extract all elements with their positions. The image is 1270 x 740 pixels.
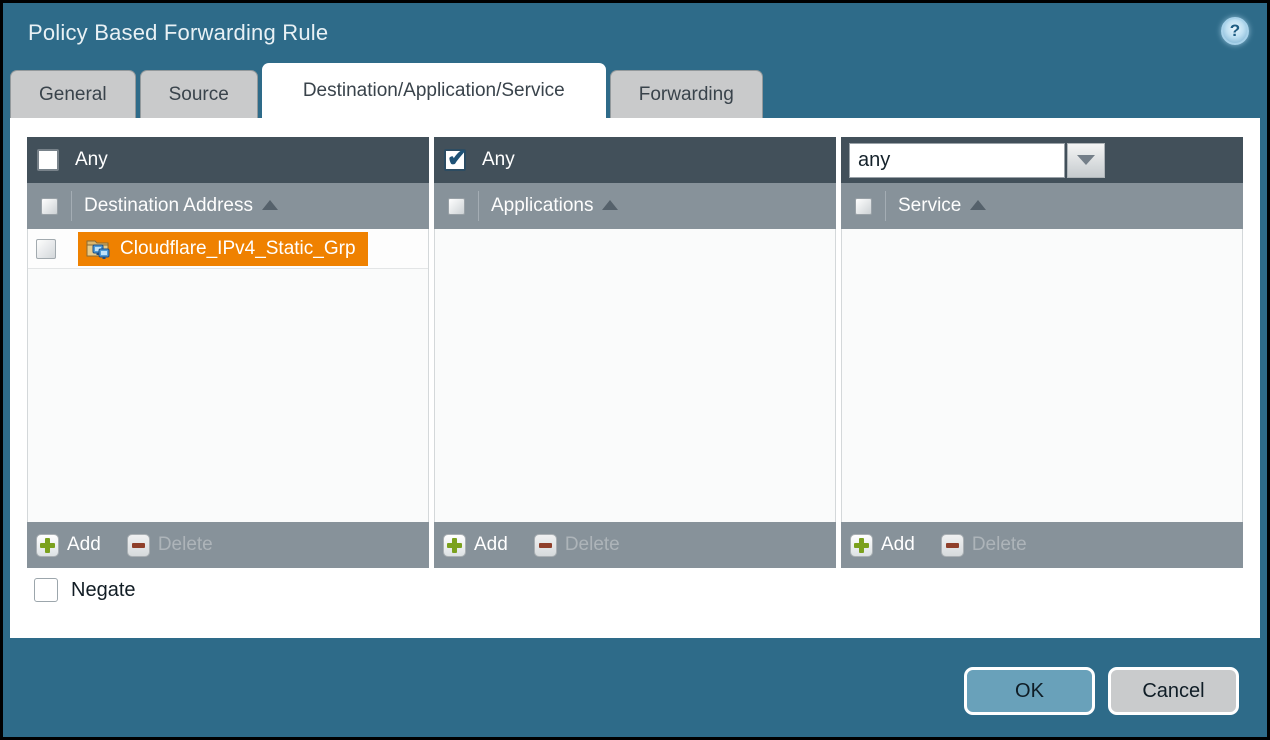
service-footer: Add Delete [841,522,1243,568]
service-dropdown: any [849,143,1105,178]
add-plus-icon [850,534,873,557]
destination-any-row: Any [27,137,429,183]
applications-delete-button[interactable]: Delete [534,534,620,557]
destination-address-entry-label: Cloudflare_IPv4_Static_Grp [120,238,356,260]
negate-row: Negate [34,578,136,602]
negate-label: Negate [71,579,136,602]
service-select-all-checkbox[interactable] [855,198,872,215]
tab-bar: General Source Destination/Application/S… [10,3,1260,118]
service-column-header[interactable]: Service [885,191,1243,221]
applications-select-all-checkbox[interactable] [448,198,465,215]
add-plus-icon [36,534,59,557]
applications-column: Any Applications Add [434,137,836,568]
service-dropdown-value[interactable]: any [849,143,1065,178]
service-column: any Service [841,137,1243,568]
cancel-button[interactable]: Cancel [1108,667,1239,715]
applications-any-label: Any [482,149,515,171]
delete-minus-icon [127,534,150,557]
tab-source[interactable]: Source [140,70,258,118]
destination-address-column: Any Destination Address [27,137,429,568]
delete-minus-icon [941,534,964,557]
applications-any-checkbox[interactable] [444,149,466,171]
applications-list [434,229,836,522]
sort-ascending-icon [602,200,618,210]
service-dropdown-button[interactable] [1067,143,1105,178]
applications-footer: Add Delete [434,522,836,568]
applications-any-row: Any [434,137,836,183]
service-header-row: Service [841,183,1243,229]
sort-ascending-icon [262,200,278,210]
destination-address-column-header[interactable]: Destination Address [71,191,429,221]
policy-based-forwarding-dialog: Policy Based Forwarding Rule ? General S… [3,3,1267,737]
tab-general[interactable]: General [10,70,136,118]
destination-any-label: Any [75,149,108,171]
columns-container: Any Destination Address [27,137,1243,568]
destination-any-checkbox[interactable] [37,149,59,171]
tab-forwarding[interactable]: Forwarding [610,70,763,118]
destination-row-checkbox[interactable] [36,239,56,259]
destination-address-row[interactable]: Cloudflare_IPv4_Static_Grp [28,229,428,269]
applications-header-row: Applications [434,183,836,229]
service-dropdown-row: any [841,137,1243,183]
destination-add-button[interactable]: Add [36,534,101,557]
destination-address-entry[interactable]: Cloudflare_IPv4_Static_Grp [78,232,368,266]
destination-address-list: Cloudflare_IPv4_Static_Grp [27,229,429,522]
address-group-icon [85,237,111,260]
dialog-button-bar: OK Cancel [964,667,1239,715]
add-plus-icon [443,534,466,557]
tab-content-panel: Any Destination Address [10,118,1260,638]
delete-minus-icon [534,534,557,557]
ok-button[interactable]: OK [964,667,1095,715]
negate-checkbox[interactable] [34,578,58,602]
service-delete-button[interactable]: Delete [941,534,1027,557]
applications-add-button[interactable]: Add [443,534,508,557]
applications-column-header[interactable]: Applications [478,191,836,221]
sort-ascending-icon [970,200,986,210]
service-add-button[interactable]: Add [850,534,915,557]
destination-address-header-row: Destination Address [27,183,429,229]
service-list [841,229,1243,522]
tab-destination-application-service[interactable]: Destination/Application/Service [262,63,606,118]
chevron-down-icon [1077,155,1095,165]
destination-select-all-checkbox[interactable] [41,198,58,215]
destination-delete-button[interactable]: Delete [127,534,213,557]
destination-footer: Add Delete [27,522,429,568]
